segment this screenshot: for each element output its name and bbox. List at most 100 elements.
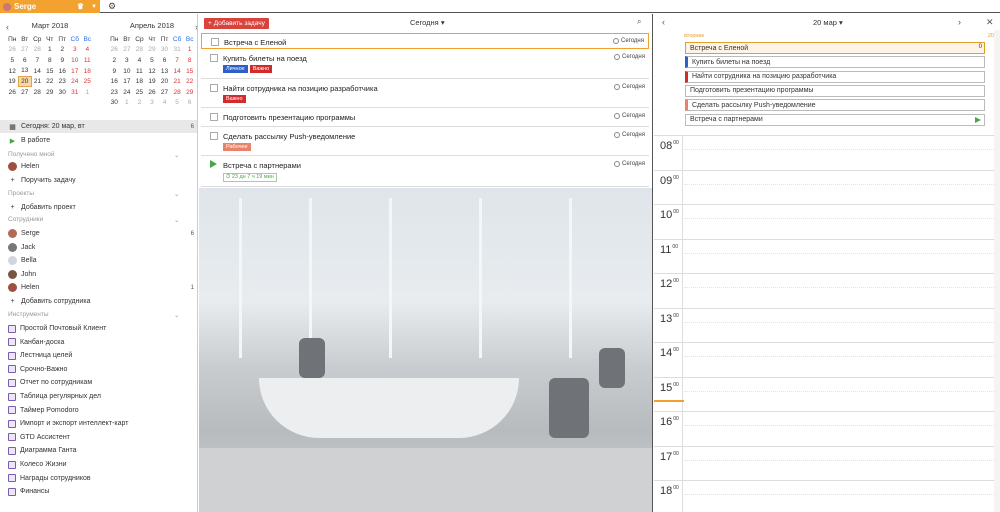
sidebar-item-staff-john[interactable]: John: [0, 268, 197, 281]
prev-day-icon[interactable]: ‹: [662, 17, 665, 27]
calendar-day[interactable]: 25: [81, 76, 94, 87]
sidebar-item-tool[interactable]: Канбан-доска: [0, 336, 197, 349]
sidebar-item-in-work[interactable]: ▶ В работе: [0, 134, 197, 147]
gear-icon[interactable]: ⚙: [108, 1, 116, 12]
calendar-day[interactable]: 13: [158, 66, 171, 77]
task-checkbox[interactable]: [210, 132, 218, 140]
calendar-day[interactable]: 22: [183, 76, 196, 87]
calendar-day[interactable]: 9: [56, 55, 69, 66]
scrollbar[interactable]: [994, 30, 1000, 512]
calendar-day[interactable]: 26: [146, 87, 159, 98]
hour-row[interactable]: 1300: [654, 307, 1000, 335]
calendar-day[interactable]: 19: [6, 76, 19, 87]
section-projects[interactable]: Проекты ⌄: [8, 190, 179, 198]
task-item[interactable]: Встреча с Еленой Сегодня: [201, 33, 649, 49]
agenda-event[interactable]: Сделать рассылку Push-уведомление: [685, 99, 985, 112]
hour-row[interactable]: 1400: [654, 342, 1000, 369]
calendar-day[interactable]: 9: [108, 66, 121, 77]
calendar-day[interactable]: 18: [81, 66, 94, 77]
hour-row[interactable]: 1100: [654, 238, 1000, 266]
calendar-day[interactable]: 24: [121, 87, 134, 98]
calendar-day[interactable]: 10: [69, 55, 82, 66]
calendar-day[interactable]: 11: [81, 55, 94, 66]
hour-row[interactable]: 1000: [654, 204, 1000, 231]
calendar-day[interactable]: 5: [171, 98, 184, 109]
calendar-day[interactable]: 12: [6, 66, 19, 77]
sidebar-item-tool[interactable]: Таймер Pomodoro: [0, 404, 197, 417]
task-item[interactable]: Встреча с партнерами Сегодня ⏱ 23 дн 7 ч 1…: [201, 157, 649, 187]
hour-row[interactable]: 1200: [654, 273, 1000, 300]
calendar-day[interactable]: 27: [19, 87, 32, 98]
calendar-day[interactable]: 7: [171, 55, 184, 66]
calendar-day[interactable]: 28: [31, 87, 44, 98]
calendar-day[interactable]: 2: [108, 55, 121, 66]
calendar-day[interactable]: 27: [121, 45, 134, 56]
calendar-day[interactable]: 28: [171, 87, 184, 98]
calendar-day[interactable]: 15: [44, 66, 57, 77]
calendar-day[interactable]: 6: [183, 98, 196, 109]
calendar-day[interactable]: 18: [133, 76, 146, 87]
calendar-day[interactable]: 3: [146, 98, 159, 109]
next-month-icon[interactable]: ›: [195, 22, 197, 32]
calendar-day[interactable]: 17: [69, 66, 82, 77]
sidebar-item-tool[interactable]: Таблица регулярных дел: [0, 390, 197, 403]
calendar-day[interactable]: 25: [133, 87, 146, 98]
sidebar-item-received-helen[interactable]: Helen: [0, 160, 197, 173]
calendar-day[interactable]: 5: [146, 55, 159, 66]
hour-row[interactable]: 1700: [654, 445, 1000, 473]
user-menu-button[interactable]: Serge ♛ ▼: [0, 0, 100, 13]
task-checkbox[interactable]: [210, 54, 218, 62]
calendar-day[interactable]: 3: [121, 55, 134, 66]
calendar-day[interactable]: 2: [56, 45, 69, 56]
calendar-day[interactable]: 16: [108, 76, 121, 87]
search-icon[interactable]: ⌕: [637, 17, 641, 27]
add-task-button[interactable]: + Добавить задачу: [204, 18, 269, 29]
hour-row[interactable]: 1500: [654, 376, 1000, 404]
tag-badge[interactable]: Важно: [223, 95, 246, 103]
calendar-day[interactable]: 28: [31, 45, 44, 56]
calendar-day[interactable]: 1: [81, 87, 94, 98]
calendar-day[interactable]: 26: [6, 45, 19, 56]
calendar-day[interactable]: 17: [121, 76, 134, 87]
calendar-day[interactable]: 24: [69, 76, 82, 87]
calendar-day[interactable]: 3: [69, 45, 82, 56]
next-day-icon[interactable]: ›: [958, 17, 961, 27]
calendar-day[interactable]: 27: [158, 87, 171, 98]
sidebar-item-tool[interactable]: Простой Почтовый Клиент: [0, 322, 197, 335]
task-item[interactable]: Купить билеты на поезд Сегодня Личное Важно: [201, 50, 649, 79]
calendar-day[interactable]: 29: [146, 45, 159, 56]
sidebar-item-staff-jack[interactable]: Jack: [0, 241, 197, 254]
sidebar-item-tool[interactable]: Финансы: [0, 485, 197, 498]
calendar-day[interactable]: 4: [81, 45, 94, 56]
calendar-day[interactable]: 5: [6, 55, 19, 66]
calendar-day[interactable]: 26: [108, 45, 121, 56]
assign-task-button[interactable]: + Поручить задачу: [0, 174, 197, 187]
add-project-button[interactable]: + Добавить проект: [0, 201, 197, 214]
calendar-day[interactable]: 30: [56, 87, 69, 98]
calendar-day[interactable]: 21: [31, 76, 44, 87]
task-item[interactable]: Подготовить презентацию программы Сегодня: [201, 109, 649, 127]
sidebar-item-staff-serge[interactable]: Serge 6: [0, 227, 197, 240]
hour-row[interactable]: 1600: [654, 411, 1000, 438]
calendar-day[interactable]: 14: [31, 66, 44, 77]
sidebar-item-tool[interactable]: Колесо Жизни: [0, 458, 197, 471]
date-dropdown[interactable]: 20 мар ▾: [813, 18, 843, 27]
calendar-day[interactable]: 31: [171, 45, 184, 56]
sidebar-item-tool[interactable]: Награды сотрудников: [0, 472, 197, 485]
calendar-day[interactable]: 20: [18, 75, 32, 88]
tag-badge[interactable]: Важно: [249, 65, 273, 73]
task-item[interactable]: Найти сотрудника на позицию разработчика…: [201, 80, 649, 108]
calendar-day[interactable]: 14: [171, 66, 184, 77]
task-item[interactable]: Сделать рассылку Push-уведомление Сегодня…: [201, 128, 649, 156]
calendar-day[interactable]: 8: [44, 55, 57, 66]
calendar-day[interactable]: 7: [31, 55, 44, 66]
play-icon[interactable]: [975, 116, 981, 123]
calendar-day[interactable]: 20: [158, 76, 171, 87]
calendar-day[interactable]: 1: [121, 98, 134, 109]
calendar-day[interactable]: 1: [44, 45, 57, 56]
calendar-day[interactable]: 30: [158, 45, 171, 56]
sidebar-item-tool[interactable]: GTD Ассистент: [0, 431, 197, 444]
section-staff[interactable]: Сотрудники ⌄: [8, 216, 179, 224]
hour-row[interactable]: 1800: [654, 480, 1000, 507]
calendar-day[interactable]: 1: [183, 45, 196, 56]
